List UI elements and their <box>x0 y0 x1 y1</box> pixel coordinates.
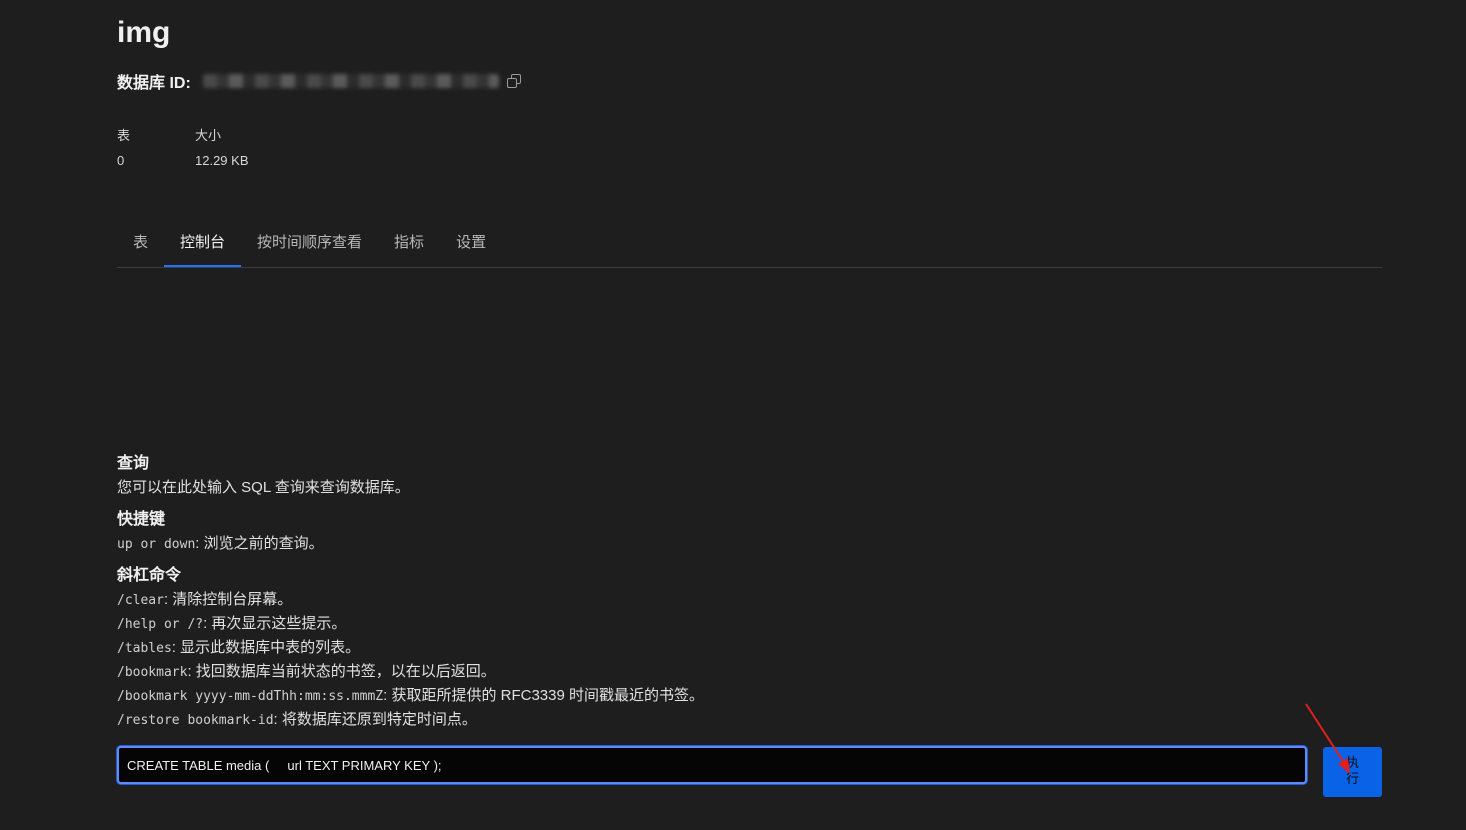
database-console-page: img 数据库 ID: 表 0 大小 12.29 KB 表 控制台 按时间顺序查… <box>0 0 1466 830</box>
stat-tables: 表 0 <box>117 127 195 170</box>
stat-tables-label: 表 <box>117 128 131 143</box>
command-description: : 清除控制台屏幕。 <box>163 591 293 608</box>
database-title: img <box>117 16 171 49</box>
stat-size-value: 12.29 KB <box>195 153 249 168</box>
tab-timeline[interactable]: 按时间顺序查看 <box>241 222 378 267</box>
stat-size: 大小 12.29 KB <box>195 127 249 170</box>
command-name: /tables <box>117 641 172 656</box>
shortcut-description: : 浏览之前的查询。 <box>195 535 324 552</box>
query-heading: 查询 <box>117 455 150 472</box>
command-description: : 获取距所提供的 RFC3339 时间戳最近的书签。 <box>383 687 704 704</box>
query-description: 您可以在此处输入 SQL 查询来查询数据库。 <box>117 479 410 496</box>
console-help: 查询 您可以在此处输入 SQL 查询来查询数据库。 快捷键 up or down… <box>117 452 704 732</box>
run-button[interactable]: 执行 <box>1323 747 1382 797</box>
command-line: /bookmark yyyy-mm-ddThh:mm:ss.mmmZ: 获取距所… <box>117 684 704 708</box>
command-name: /restore bookmark-id <box>117 713 274 728</box>
database-id-value-redacted <box>202 74 499 88</box>
command-description: : 再次显示这些提示。 <box>203 615 347 632</box>
command-name: /clear <box>117 593 164 608</box>
database-stats: 表 0 大小 12.29 KB <box>117 127 249 170</box>
command-name: /bookmark yyyy-mm-ddThh:mm:ss.mmmZ <box>117 689 384 704</box>
command-line: /tables: 显示此数据库中表的列表。 <box>117 636 704 660</box>
database-id-label: 数据库 ID: <box>117 75 191 92</box>
tab-bar: 表 控制台 按时间顺序查看 指标 设置 <box>117 222 1382 268</box>
copy-icon[interactable] <box>506 74 521 88</box>
database-id-row: 数据库 ID: <box>117 70 521 92</box>
command-description: : 将数据库还原到特定时间点。 <box>273 711 477 728</box>
shortcuts-heading: 快捷键 <box>117 511 166 528</box>
stat-size-label: 大小 <box>195 128 222 143</box>
tab-settings[interactable]: 设置 <box>440 222 502 267</box>
command-description: : 找回数据库当前状态的书签，以在以后返回。 <box>187 663 496 680</box>
shortcut-keys: up or down <box>117 537 196 552</box>
shortcut-line: up or down: 浏览之前的查询。 <box>117 532 704 556</box>
stat-tables-value: 0 <box>117 153 125 168</box>
tab-metrics[interactable]: 指标 <box>378 222 440 267</box>
command-description: : 显示此数据库中表的列表。 <box>171 639 361 656</box>
tab-tables[interactable]: 表 <box>117 222 164 267</box>
command-name: /bookmark <box>117 665 188 680</box>
command-line: /clear: 清除控制台屏幕。 <box>117 588 704 612</box>
sql-query-input[interactable] <box>117 746 1307 784</box>
command-line: /bookmark: 找回数据库当前状态的书签，以在以后返回。 <box>117 660 704 684</box>
command-name: /help or /? <box>117 617 204 632</box>
tab-console[interactable]: 控制台 <box>164 222 242 267</box>
command-line: /help or /?: 再次显示这些提示。 <box>117 612 704 636</box>
slash-commands-heading: 斜杠命令 <box>117 567 182 584</box>
command-line: /restore bookmark-id: 将数据库还原到特定时间点。 <box>117 708 704 732</box>
